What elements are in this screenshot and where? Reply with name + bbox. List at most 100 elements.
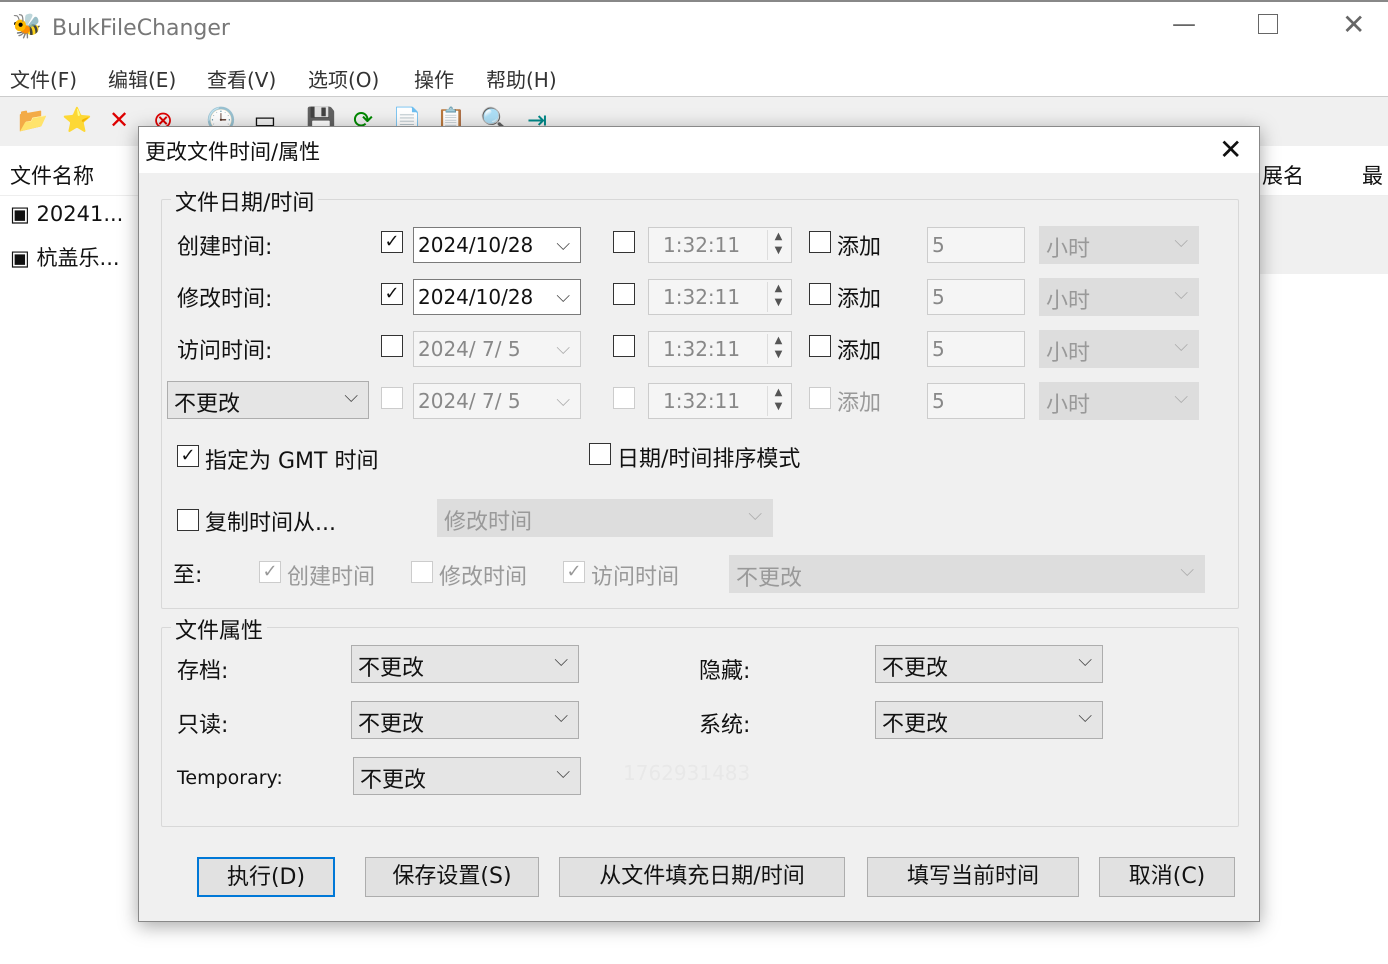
extra-add-amount[interactable]: 5 [927,383,1025,419]
delete-icon[interactable]: ✕ [104,105,134,135]
amount-value: 5 [932,233,945,257]
modified-date-checkbox[interactable]: ✓ [381,283,403,305]
extra-unit-select[interactable]: 小时 ⌵ [1039,382,1199,420]
dialog-close-button[interactable]: ✕ [1219,133,1242,166]
accessed-time-picker[interactable]: 1:32:11 ▲ ▼ [648,331,792,367]
copy-from-label: 复制时间从... [205,511,336,536]
readonly-select[interactable]: 不更改 ⌵ [351,701,579,739]
to-select[interactable]: 不更改 ⌵ [729,555,1205,593]
created-date-picker[interactable]: 2024/10/28 ⌵ [413,227,581,263]
add-files-icon[interactable]: ⭐ [62,105,92,135]
menu-file[interactable]: 文件(F) [10,64,77,93]
modified-time-picker[interactable]: 1:32:11 ▲ ▼ [648,279,792,315]
spin-arrows-icon[interactable]: ▲ ▼ [767,386,789,416]
accessed-time-checkbox[interactable] [613,335,635,357]
modified-time-checkbox[interactable] [613,283,635,305]
time-type-select[interactable]: 不更改 ⌵ [167,381,369,419]
to-accessed-checkbox[interactable]: ✓ [563,561,585,583]
fill-current-time-button[interactable]: 填写当前时间 [867,857,1079,897]
file-name: 20241... [36,202,124,226]
sort-mode-label: 日期/时间排序模式 [617,447,801,472]
amount-value: 5 [932,337,945,361]
readonly-value: 不更改 [358,712,425,737]
date-value: 2024/ 7/ 5 [418,389,521,413]
hidden-select[interactable]: 不更改 ⌵ [875,645,1103,683]
copy-source-select[interactable]: 修改时间 ⌵ [437,499,773,537]
to-select-value: 不更改 [736,566,803,591]
temporary-select[interactable]: 不更改 ⌵ [353,757,581,795]
execute-button[interactable]: 执行(D) [197,857,335,897]
accessed-date-checkbox[interactable] [381,335,403,357]
extra-time-checkbox[interactable] [613,387,635,409]
unit-value: 小时 [1046,393,1091,418]
col-filename[interactable]: 文件名称 [10,160,94,190]
col-extension[interactable]: 展名 [1262,160,1304,190]
menu-view[interactable]: 查看(V) [207,64,276,93]
app-titlebar: 🐝 BulkFileChanger — ✕ [0,0,1388,56]
menu-options[interactable]: 选项(O) [308,64,379,93]
accessed-add-checkbox[interactable] [809,335,831,357]
to-modified-label: 修改时间 [439,565,528,590]
accessed-unit-select[interactable]: 小时 ⌵ [1039,330,1199,368]
time-value: 1:32:11 [663,285,741,309]
to-accessed-label: 访问时间 [591,565,680,590]
accessed-add-amount[interactable]: 5 [927,331,1025,367]
maximize-button[interactable] [1258,14,1278,34]
created-unit-select[interactable]: 小时 ⌵ [1039,226,1199,264]
date-value: 2024/10/28 [418,233,534,257]
system-select[interactable]: 不更改 ⌵ [875,701,1103,739]
menu-actions[interactable]: 操作 [414,64,454,93]
menu-edit[interactable]: 编辑(E) [108,64,176,93]
gmt-checkbox[interactable]: ✓ [177,445,199,467]
to-created-label: 创建时间 [287,565,376,590]
date-value: 2024/ 7/ 5 [418,337,521,361]
minimize-button[interactable]: — [1172,10,1196,38]
close-window-button[interactable]: ✕ [1342,8,1365,41]
readonly-label: 只读: [177,713,229,738]
extra-date-picker[interactable]: 2024/ 7/ 5 ⌵ [413,383,581,419]
modified-add-checkbox[interactable] [809,283,831,305]
to-label: 至: [173,563,203,588]
fill-from-file-button[interactable]: 从文件填充日期/时间 [559,857,845,897]
file-row[interactable]: ▣ 杭盖乐... [10,242,120,272]
menu-help[interactable]: 帮助(H) [486,64,557,93]
created-time-picker[interactable]: 1:32:11 ▲ ▼ [648,227,792,263]
app-title: BulkFileChanger [52,16,230,41]
spin-arrows-icon[interactable]: ▲ ▼ [767,334,789,364]
spin-arrows-icon[interactable]: ▲ ▼ [767,230,789,260]
modified-add-amount[interactable]: 5 [927,279,1025,315]
created-add-amount[interactable]: 5 [927,227,1025,263]
to-modified-checkbox[interactable] [411,561,433,583]
time-value: 1:32:11 [663,337,741,361]
cancel-button[interactable]: 取消(C) [1099,857,1235,897]
created-time-checkbox[interactable] [613,231,635,253]
archive-select[interactable]: 不更改 ⌵ [351,645,579,683]
archive-label: 存档: [177,659,229,684]
archive-value: 不更改 [358,656,425,681]
extra-add-checkbox[interactable] [809,387,831,409]
menu-bar: 文件(F) 编辑(E) 查看(V) 选项(O) 操作 帮助(H) [0,58,1388,96]
file-row[interactable]: ▣ 20241... [10,202,123,226]
extra-date-checkbox[interactable] [381,387,403,409]
modified-unit-select[interactable]: 小时 ⌵ [1039,278,1199,316]
col-last[interactable]: 最 [1362,160,1383,190]
copy-from-checkbox[interactable] [177,509,199,531]
time-type-value: 不更改 [174,392,241,417]
system-value: 不更改 [882,712,949,737]
extra-time-picker[interactable]: 1:32:11 ▲ ▼ [648,383,792,419]
accessed-date-picker[interactable]: 2024/ 7/ 5 ⌵ [413,331,581,367]
date-value: 2024/10/28 [418,285,534,309]
hidden-label: 隐藏: [699,659,751,684]
open-folder-icon[interactable]: 📂 [18,105,48,135]
spin-arrows-icon[interactable]: ▲ ▼ [767,282,789,312]
modified-date-picker[interactable]: 2024/10/28 ⌵ [413,279,581,315]
created-add-checkbox[interactable] [809,231,831,253]
created-label: 创建时间: [177,235,273,260]
sort-mode-checkbox[interactable] [589,443,611,465]
temporary-label: Temporary: [177,767,283,789]
to-created-checkbox[interactable]: ✓ [259,561,281,583]
app-icon: 🐝 [12,12,42,40]
save-settings-button[interactable]: 保存设置(S) [365,857,539,897]
hidden-value: 不更改 [882,656,949,681]
created-date-checkbox[interactable]: ✓ [381,231,403,253]
